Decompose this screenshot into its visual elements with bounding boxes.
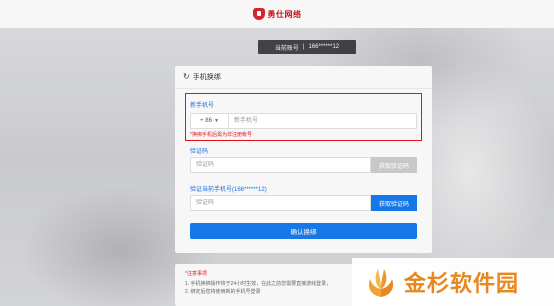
country-code-select[interactable]: + 86 ▼ [191, 114, 229, 128]
verify-code-label: 验证码 [190, 149, 209, 155]
get-code-button[interactable]: 获取验证码 [371, 195, 417, 211]
card-divider [175, 88, 432, 89]
account-separator: | [302, 44, 305, 50]
country-code-value: + 86 [200, 118, 212, 124]
new-phone-input[interactable] [229, 114, 416, 128]
rebind-phone-card: ↻ 手机换绑 新手机号 + 86 ▼ *换绑手机后需为非注册帐号 验证码 获取验… [175, 66, 432, 253]
current-account-bar: 当前账号 | 166******12 [258, 40, 356, 54]
new-phone-label: 新手机号 [190, 103, 215, 109]
refresh-icon: ↻ [183, 72, 190, 81]
current-account-label: 当前账号 [274, 45, 299, 52]
brand-logo-icon [252, 8, 265, 20]
brand-logo[interactable]: 勇仕网络 [252, 8, 302, 20]
watermark: 金杉软件园 [352, 258, 554, 306]
chevron-down-icon: ▼ [213, 118, 219, 124]
card-title-text: 手机换绑 [192, 74, 221, 81]
card-title: ↻ 手机换绑 [183, 72, 221, 82]
get-code-button-disabled[interactable]: 获取验证码 [371, 157, 417, 173]
confirm-rebind-button[interactable]: 确认换绑 [190, 223, 417, 239]
new-phone-hint: *换绑手机后需为非注册帐号 [190, 132, 252, 138]
current-account-value: 166******12 [308, 44, 340, 50]
watermark-logo-icon [368, 269, 394, 297]
brand-name: 勇仕网络 [267, 9, 302, 19]
verify-code-input[interactable] [190, 157, 371, 173]
top-header: 勇仕网络 [0, 0, 554, 28]
watermark-text: 金杉软件园 [404, 272, 520, 297]
new-phone-row: + 86 ▼ [190, 113, 417, 129]
verify-current-phone-label: 验证当前手机号(166******12) [190, 187, 267, 193]
verify-current-code-input[interactable] [190, 195, 371, 211]
